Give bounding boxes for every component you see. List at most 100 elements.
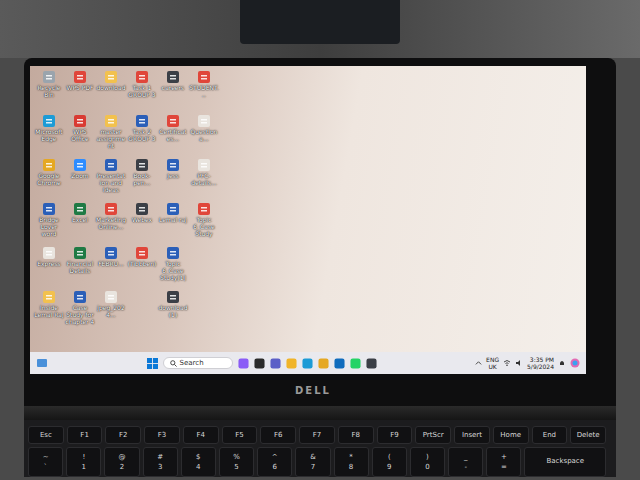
desktop-icon[interactable]: FEBRU... [96,246,126,290]
key[interactable]: += [486,447,521,477]
desktop-icon[interactable]: Financial Details [65,246,95,290]
desktop-icon[interactable]: Lemal raj [158,202,188,246]
copilot-icon[interactable] [570,358,580,368]
desktop-icon[interactable]: Zoom [65,158,95,202]
key-bottom-label: 5 [234,463,238,471]
key[interactable]: &7 [295,447,330,477]
desktop-icon[interactable]: Bridge Lover word [34,202,64,246]
file-icon [197,114,211,128]
desktop-icon[interactable]: Topic 6_Case Study[1] [158,246,188,290]
key[interactable]: !1 [66,447,101,477]
desktop-icon-label: (Tibbben) [127,261,157,268]
file-icon [166,70,180,84]
key-top-label: $ [196,453,200,461]
key[interactable]: Home [493,426,529,444]
key[interactable]: F3 [144,426,180,444]
key[interactable]: Insert [454,426,490,444]
volume-icon[interactable] [515,359,523,367]
desktop-icon[interactable]: Certificates... [158,114,188,158]
desktop-icon-label: Certificates... [158,129,188,143]
taskbar-center: Search [54,357,469,369]
desktop-icon[interactable]: Case Study for chapter 4 [65,290,95,334]
desktop-icon[interactable]: Microsoft Edge [34,114,64,158]
taskbar-app-icon[interactable] [318,358,329,369]
key-bottom-label: 9 [387,463,391,471]
weather-widget-icon[interactable] [36,357,48,369]
desktop-icon[interactable]: Question a... [189,114,219,158]
key[interactable]: F5 [222,426,258,444]
file-icon [166,290,180,304]
desktop-icon[interactable]: jpeg_2024... [96,290,126,334]
desktop-icon[interactable]: Book-pen... [127,158,157,202]
key[interactable]: $4 [181,447,216,477]
desktop-icon[interactable]: Task 1 GROUP 3 [127,70,157,114]
desktop-icon[interactable]: Excel [65,202,95,246]
key[interactable]: )0 [410,447,445,477]
clock[interactable]: 3:35 PM5/9/2024 [527,356,554,370]
desktop-icon-label: Lemal raj [158,217,188,224]
desktop-icon[interactable]: Marketing Online... [96,202,126,246]
taskbar-app-icon[interactable] [334,358,345,369]
file-icon [42,114,56,128]
desktop-icon[interactable]: Jess [158,158,188,202]
taskbar-app-icon[interactable] [254,358,265,369]
taskbar-app-icon[interactable] [270,358,281,369]
desktop-icon-label: Webex [127,217,157,224]
key[interactable]: #3 [143,447,178,477]
taskbar-app-icon[interactable] [366,358,377,369]
key[interactable]: Esc [28,426,64,444]
desktop-icon[interactable]: WPS Office [65,114,95,158]
taskbar-app-icon[interactable] [238,358,249,369]
key[interactable]: PrtScr [415,426,451,444]
key[interactable]: F4 [183,426,219,444]
desktop-icon[interactable]: Inside Lemal Raj [34,290,64,334]
taskbar-app-icon[interactable] [286,358,297,369]
key[interactable]: %5 [219,447,254,477]
desktop-icon-label: PFC-details... [189,173,219,187]
key-bottom-label: 1 [82,463,86,471]
key-top-label: _ [464,453,468,461]
key[interactable]: F1 [67,426,103,444]
desktop-icon[interactable]: Recycle Bin [34,70,64,114]
notification-bell-icon[interactable] [558,359,566,367]
desktop-icon[interactable]: master assignment [96,114,126,158]
key[interactable]: F7 [299,426,335,444]
windows-start-icon[interactable] [147,358,158,369]
wifi-icon[interactable] [503,359,511,367]
key[interactable]: F6 [260,426,296,444]
key[interactable]: ~` [28,447,63,477]
desktop: Recycle BinMicrosoft Edge Google Chrome Br… [30,66,586,352]
desktop-icon[interactable]: download (1) [158,290,188,334]
chevron-icon[interactable] [475,360,482,367]
key[interactable]: *8 [334,447,369,477]
key[interactable]: F9 [377,426,413,444]
language-indicator[interactable]: ENGUK [486,356,499,370]
key[interactable]: Delete [570,426,606,444]
desktop-icon[interactable]: (Tibbben) [127,246,157,290]
desktop-icon[interactable]: download [96,70,126,114]
key[interactable]: F8 [338,426,374,444]
key[interactable]: Backspace [524,447,606,477]
desktop-icon[interactable]: Task 2 GROUP 3 [127,114,157,158]
desktop-icon[interactable]: WPS PDF [65,70,95,114]
desktop-icon[interactable]: Express [34,246,64,290]
key-top-label: & [310,453,315,461]
desktop-icon[interactable]: Webex [127,202,157,246]
key[interactable]: End [532,426,568,444]
desktop-icon[interactable]: PFC-details... [189,158,219,202]
key[interactable]: (9 [372,447,407,477]
key[interactable]: F2 [105,426,141,444]
desktop-icon[interactable]: Presentation and Ideas [96,158,126,202]
taskbar-app-icon[interactable] [302,358,313,369]
desktop-icon[interactable]: careers [158,70,188,114]
key[interactable]: _- [448,447,483,477]
desktop-icon[interactable]: STUDENT... [189,70,219,114]
key[interactable]: @2 [104,447,139,477]
taskbar-app-icon[interactable] [350,358,361,369]
desktop-icon-label: Google Chrome [34,173,64,187]
desktop-icon[interactable]: Google Chrome [34,158,64,202]
search-box[interactable]: Search [163,357,233,369]
icon-column: downloadmaster assignmentPresentation an… [96,70,126,334]
key[interactable]: ^6 [257,447,292,477]
desktop-icon[interactable]: Topic 6_Case Study [189,202,219,246]
